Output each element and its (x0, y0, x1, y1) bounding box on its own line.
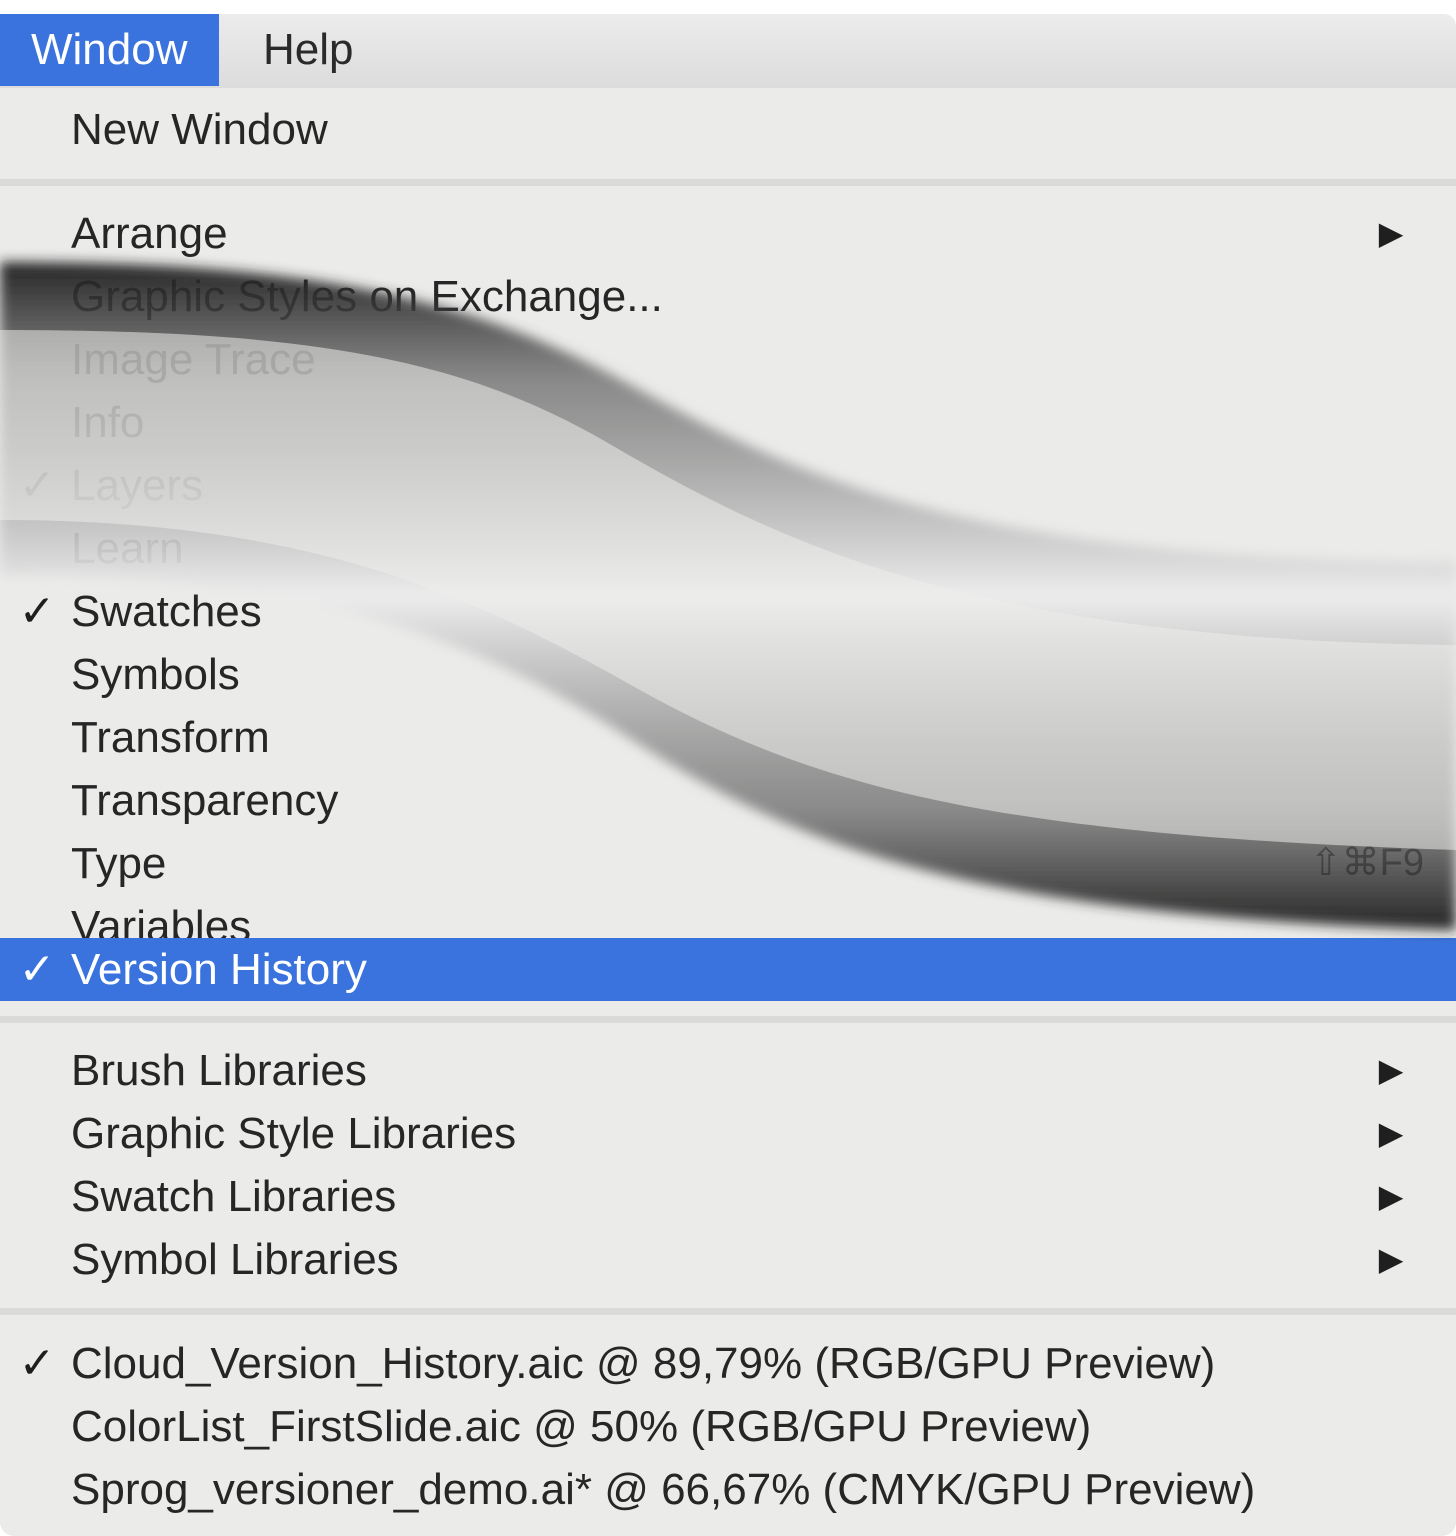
menu-item-label: Version History (71, 945, 367, 994)
menu-item-type[interactable]: Type ⇧⌘F9 (0, 832, 1456, 895)
menu-item-label: ColorList_FirstSlide.aic @ 50% (RGB/GPU … (71, 1402, 1092, 1451)
menu-item-label: Sprog_versioner_demo.ai* @ 66,67% (CMYK/… (71, 1465, 1256, 1514)
menu-item-label: Graphic Styles on Exchange... (71, 272, 663, 321)
menu-item-info[interactable]: Info (0, 391, 1456, 454)
menu-item-label: Info (71, 398, 145, 447)
menu-item-symbols[interactable]: Symbols (0, 643, 1456, 706)
menu-item-graphic-style-libraries[interactable]: Graphic Style Libraries ▶ (0, 1102, 1456, 1165)
menu-item-arrange[interactable]: Arrange ▶ (0, 202, 1456, 265)
checkmark-icon: ✓ (18, 945, 56, 994)
menu-item-label: Layers (71, 461, 204, 510)
menu-item-swatch-libraries[interactable]: Swatch Libraries ▶ (0, 1165, 1456, 1228)
menu-item-label: New Window (71, 105, 328, 154)
menu-separator (0, 1016, 1456, 1023)
menu-help[interactable]: Help (232, 14, 385, 86)
submenu-arrow-icon: ▶ (1378, 1115, 1404, 1151)
checkmark-icon: ✓ (18, 587, 56, 636)
menu-bar: Window Help (0, 14, 1456, 88)
menu-window[interactable]: Window (0, 14, 219, 86)
submenu-arrow-icon: ▶ (1378, 1241, 1404, 1277)
menu-item-label: Graphic Style Libraries (71, 1109, 517, 1158)
menu-item-version-history[interactable]: ✓ Version History (0, 938, 1456, 1001)
menu-item-swatches[interactable]: ✓ Swatches (0, 580, 1456, 643)
submenu-arrow-icon: ▶ (1378, 215, 1404, 251)
menu-item-label: Transparency (71, 776, 339, 825)
menu-item-document[interactable]: ✓ Cloud_Version_History.aic @ 89,79% (RG… (0, 1332, 1456, 1395)
menu-item-label: Type (71, 839, 167, 888)
menu-item-brush-libraries[interactable]: Brush Libraries ▶ (0, 1039, 1456, 1102)
menu-item-label: Swatches (71, 587, 262, 636)
checkmark-icon: ✓ (18, 1339, 56, 1388)
menu-item-label: Symbols (71, 650, 240, 699)
window-menu-dropdown: New Window Arrange ▶ Graphic Styles on E… (0, 88, 1456, 1536)
menu-item-transparency[interactable]: Transparency (0, 769, 1456, 832)
checkmark-icon: ✓ (18, 461, 56, 510)
submenu-arrow-icon: ▶ (1378, 1052, 1404, 1088)
menu-item-label: Cloud_Version_History.aic @ 89,79% (RGB/… (71, 1339, 1216, 1388)
menu-item-document[interactable]: ColorList_FirstSlide.aic @ 50% (RGB/GPU … (0, 1395, 1456, 1458)
menu-item-graphic-styles-on-exchange[interactable]: Graphic Styles on Exchange... (0, 265, 1456, 328)
menu-item-label: Arrange (71, 209, 228, 258)
menu-separator (0, 1308, 1456, 1315)
menu-item-label: Image Trace (71, 335, 316, 384)
menu-item-transform[interactable]: Transform (0, 706, 1456, 769)
menu-item-symbol-libraries[interactable]: Symbol Libraries ▶ (0, 1228, 1456, 1291)
menu-item-image-trace[interactable]: Image Trace (0, 328, 1456, 391)
menu-item-new-window[interactable]: New Window (0, 98, 1456, 161)
menu-item-label: Transform (71, 713, 270, 762)
menu-item-label: Swatch Libraries (71, 1172, 397, 1221)
menu-item-label: Symbol Libraries (71, 1235, 399, 1284)
keyboard-shortcut: ⇧⌘F9 (1309, 842, 1424, 884)
menu-item-layers[interactable]: ✓ Layers (0, 454, 1456, 517)
menu-item-learn[interactable]: Learn (0, 517, 1456, 580)
menu-separator (0, 179, 1456, 186)
menu-item-label: Learn (71, 524, 184, 573)
menu-item-label: Brush Libraries (71, 1046, 367, 1095)
submenu-arrow-icon: ▶ (1378, 1178, 1404, 1214)
menu-item-document[interactable]: Sprog_versioner_demo.ai* @ 66,67% (CMYK/… (0, 1458, 1456, 1521)
